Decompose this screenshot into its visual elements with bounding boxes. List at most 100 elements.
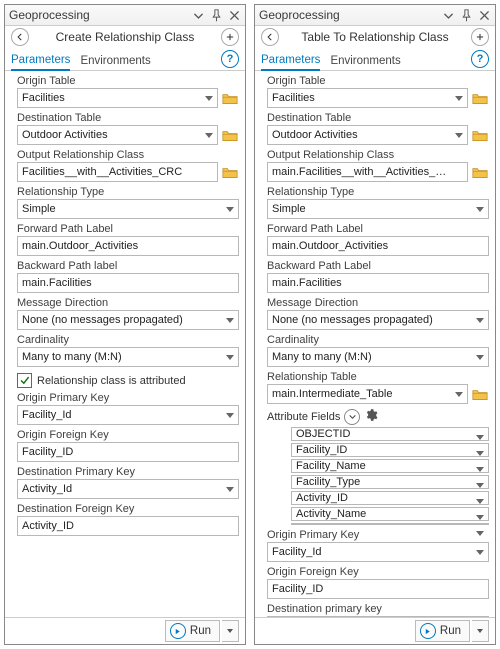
footer: Run bbox=[255, 617, 495, 644]
field-attributed-checkbox: Relationship class is attributed bbox=[11, 371, 239, 392]
destination-table-select[interactable]: Outdoor Activities bbox=[17, 125, 218, 145]
destination-primary-key-select[interactable]: Activity_Id bbox=[17, 479, 239, 499]
attribute-field-item[interactable]: OBJECTID bbox=[291, 427, 489, 441]
play-icon bbox=[420, 623, 436, 639]
browse-icon[interactable] bbox=[471, 126, 489, 144]
tabs: Parameters Environments ? bbox=[5, 48, 245, 71]
destination-table-select[interactable]: Outdoor Activities bbox=[267, 125, 468, 145]
attribute-field-item[interactable]: Activity_Name bbox=[291, 507, 489, 521]
footer: Run bbox=[5, 617, 245, 644]
tool-row: Table To Relationship Class bbox=[255, 26, 495, 48]
parameters-body: Origin Table Facilities Destination Tabl… bbox=[5, 71, 245, 617]
tab-parameters[interactable]: Parameters bbox=[11, 54, 70, 71]
chevron-down-icon[interactable] bbox=[344, 409, 360, 425]
browse-icon[interactable] bbox=[471, 163, 489, 181]
close-icon[interactable] bbox=[228, 9, 241, 22]
tab-parameters[interactable]: Parameters bbox=[261, 54, 320, 71]
tool-name: Table To Relationship Class bbox=[283, 30, 467, 44]
backward-path-input[interactable]: main.Facilities bbox=[17, 273, 239, 293]
tool-name: Create Relationship Class bbox=[33, 30, 217, 44]
origin-table-select[interactable]: Facilities bbox=[17, 88, 218, 108]
relationship-type-select[interactable]: Simple bbox=[267, 199, 489, 219]
back-button[interactable] bbox=[261, 28, 279, 46]
cardinality-select[interactable]: Many to many (M:N) bbox=[17, 347, 239, 367]
browse-icon[interactable] bbox=[221, 89, 239, 107]
origin-primary-key-select[interactable]: Facility_Id bbox=[17, 405, 239, 425]
add-button[interactable] bbox=[221, 28, 239, 46]
run-dropdown[interactable] bbox=[222, 620, 239, 642]
attribute-field-item[interactable] bbox=[291, 523, 489, 525]
browse-icon[interactable] bbox=[471, 385, 489, 403]
field-destination-table: Destination Table Outdoor Activities bbox=[261, 112, 489, 145]
attribute-fields-label: Attribute Fields bbox=[267, 411, 340, 423]
attribute-field-item[interactable]: Facility_Type bbox=[291, 475, 489, 489]
forward-path-input[interactable]: main.Outdoor_Activities bbox=[17, 236, 239, 256]
cardinality-select[interactable]: Many to many (M:N) bbox=[267, 347, 489, 367]
attribute-fields-list: OBJECTID Facility_ID Facility_Name Facility… bbox=[261, 427, 489, 525]
field-forward-path-label: Forward Path Label main.Outdoor_Activiti… bbox=[11, 223, 239, 256]
pane-table-to-relationship: Geoprocessing Table To Relationship Clas… bbox=[254, 4, 496, 645]
field-origin-foreign-key: Origin Foreign Key Facility_ID bbox=[11, 429, 239, 462]
field-cardinality: Cardinality Many to many (M:N) bbox=[261, 334, 489, 367]
destination-foreign-key-input[interactable]: Activity_ID bbox=[17, 516, 239, 536]
add-button[interactable] bbox=[471, 28, 489, 46]
run-button[interactable]: Run bbox=[415, 620, 470, 642]
field-backward-path-label: Backward Path Label main.Facilities bbox=[261, 260, 489, 293]
pane-title: Geoprocessing bbox=[9, 8, 192, 22]
message-direction-select[interactable]: None (no messages propagated) bbox=[17, 310, 239, 330]
forward-path-input[interactable]: main.Outdoor_Activities bbox=[267, 236, 489, 256]
gear-icon[interactable] bbox=[364, 408, 378, 425]
backward-path-input[interactable]: main.Facilities bbox=[267, 273, 489, 293]
output-rel-class-input[interactable]: main.Facilities__with__Activities_TTRC bbox=[267, 162, 468, 182]
field-relationship-table: Relationship Table main.Intermediate_Tab… bbox=[261, 371, 489, 404]
message-direction-select[interactable]: None (no messages propagated) bbox=[267, 310, 489, 330]
origin-foreign-key-input[interactable]: Facility_ID bbox=[17, 442, 239, 462]
pane-header: Geoprocessing bbox=[255, 5, 495, 26]
attributed-label: Relationship class is attributed bbox=[37, 375, 186, 387]
attribute-field-item[interactable]: Facility_Name bbox=[291, 459, 489, 473]
field-forward-path-label: Forward Path Label main.Outdoor_Activiti… bbox=[261, 223, 489, 256]
field-message-direction: Message Direction None (no messages prop… bbox=[261, 297, 489, 330]
origin-primary-key-select[interactable]: Facility_Id bbox=[267, 542, 489, 562]
field-message-direction: Message Direction None (no messages prop… bbox=[11, 297, 239, 330]
tab-environments[interactable]: Environments bbox=[330, 55, 400, 70]
close-icon[interactable] bbox=[478, 9, 491, 22]
options-icon[interactable] bbox=[442, 9, 455, 22]
pane-title: Geoprocessing bbox=[259, 8, 442, 22]
destination-primary-key-select[interactable]: Activity_Id bbox=[267, 616, 489, 617]
origin-table-select[interactable]: Facilities bbox=[267, 88, 468, 108]
relationship-type-select[interactable]: Simple bbox=[17, 199, 239, 219]
run-button[interactable]: Run bbox=[165, 620, 220, 642]
field-destination-foreign-key: Destination Foreign Key Activity_ID bbox=[11, 503, 239, 536]
origin-foreign-key-input[interactable]: Facility_ID bbox=[267, 579, 489, 599]
browse-icon[interactable] bbox=[221, 126, 239, 144]
back-button[interactable] bbox=[11, 28, 29, 46]
pane-create-relationship: Geoprocessing Create Relationship Class … bbox=[4, 4, 246, 645]
browse-icon[interactable] bbox=[471, 89, 489, 107]
attribute-field-item[interactable]: Activity_ID bbox=[291, 491, 489, 505]
field-attribute-fields: Attribute Fields OBJECTID Facility_ID Faci… bbox=[261, 408, 489, 525]
pane-header: Geoprocessing bbox=[5, 5, 245, 26]
relationship-table-select[interactable]: main.Intermediate_Table bbox=[267, 384, 468, 404]
help-icon[interactable]: ? bbox=[221, 50, 239, 68]
pin-icon[interactable] bbox=[460, 9, 473, 22]
field-backward-path-label: Backward Path label main.Facilities bbox=[11, 260, 239, 293]
help-icon[interactable]: ? bbox=[471, 50, 489, 68]
field-origin-primary-key: Origin Primary Key Facility_Id bbox=[11, 392, 239, 425]
parameters-body: Origin Table Facilities Destination Tabl… bbox=[255, 71, 495, 617]
output-rel-class-input[interactable]: Facilities__with__Activities_CRC bbox=[17, 162, 218, 182]
options-icon[interactable] bbox=[192, 9, 205, 22]
attribute-field-item[interactable]: Facility_ID bbox=[291, 443, 489, 457]
tabs: Parameters Environments ? bbox=[255, 48, 495, 71]
field-output-rel-class: Output Relationship Class Facilities__wi… bbox=[11, 149, 239, 182]
field-destination-table: Destination Table Outdoor Activities bbox=[11, 112, 239, 145]
field-destination-primary-key: Destination Primary Key Activity_Id bbox=[11, 466, 239, 499]
field-output-rel-class: Output Relationship Class main.Facilitie… bbox=[261, 149, 489, 182]
run-dropdown[interactable] bbox=[472, 620, 489, 642]
field-origin-foreign-key: Origin Foreign Key Facility_ID bbox=[261, 566, 489, 599]
browse-icon[interactable] bbox=[221, 163, 239, 181]
attributed-checkbox[interactable] bbox=[17, 373, 32, 388]
tab-environments[interactable]: Environments bbox=[80, 55, 150, 70]
pin-icon[interactable] bbox=[210, 9, 223, 22]
field-origin-table: Origin Table Facilities bbox=[11, 75, 239, 108]
